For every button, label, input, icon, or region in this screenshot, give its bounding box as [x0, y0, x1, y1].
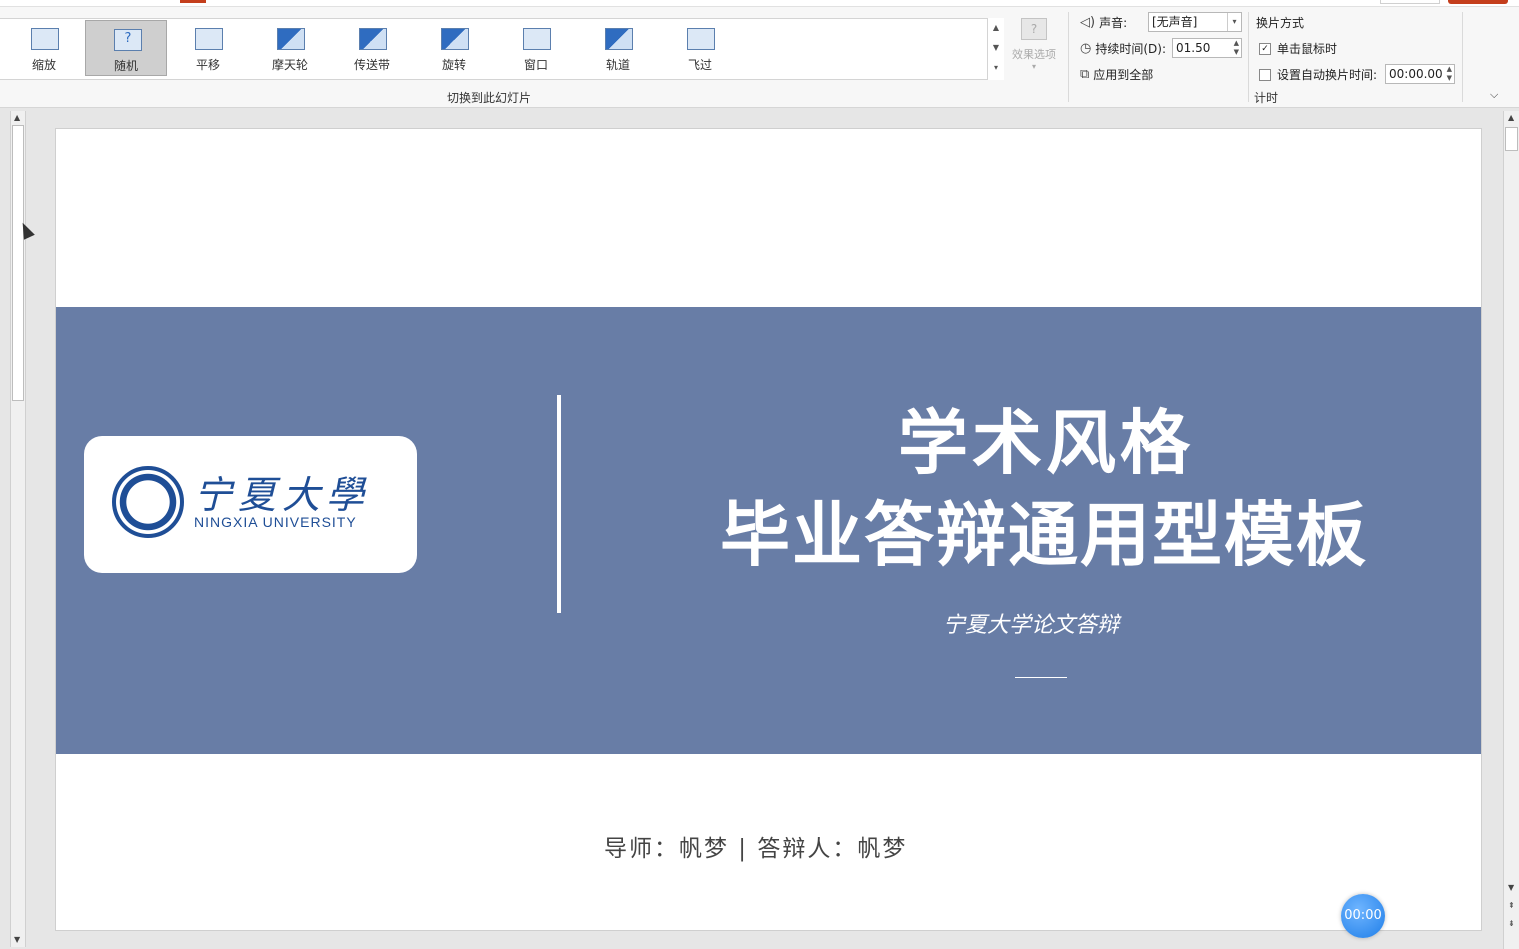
transition-label: 摩天轮	[271, 58, 308, 72]
effect-options-button[interactable]: ? 效果选项 ▾	[1010, 18, 1058, 80]
advisor-line: 导师：帆梦 | 答辩人：帆梦	[604, 836, 908, 862]
timing-group-label: 计时	[1254, 91, 1279, 105]
scroll-up-icon[interactable]: ▲	[14, 113, 20, 122]
gallery-up-icon[interactable]: ▲	[988, 18, 1004, 38]
collapse-ribbon-icon[interactable]: ⌵	[1490, 88, 1498, 102]
recording-timer-button[interactable]: 00:00	[1341, 894, 1385, 938]
transition-label: 缩放	[31, 58, 56, 72]
orbit-transition-icon	[605, 28, 633, 50]
ribbon-separator	[1462, 12, 1463, 102]
scrollbar-thumb[interactable]	[12, 125, 24, 401]
scroll-down-icon[interactable]: ▼	[1508, 883, 1514, 892]
transition-rotate[interactable]: 旋转	[413, 20, 495, 76]
on-click-label: 单击鼠标时	[1277, 42, 1338, 56]
transition-label: 飞过	[687, 58, 712, 72]
sound-value: [无声音]	[1152, 15, 1198, 29]
transition-label: 平移	[195, 58, 220, 72]
window-control-button[interactable]	[1380, 0, 1440, 4]
gallery-down-icon[interactable]: ▼	[988, 38, 1004, 58]
apply-all-icon: ⧉	[1080, 67, 1090, 82]
chevron-down-icon: ▾	[1031, 62, 1036, 71]
duration-value: 01.50	[1176, 41, 1211, 55]
pan-transition-icon	[195, 28, 223, 50]
speaker-icon: ◁)	[1080, 15, 1096, 30]
transition-label: 随机	[113, 59, 138, 73]
spinner-icon[interactable]: ▲ ▼	[1447, 65, 1452, 83]
transition-random[interactable]: 随机	[85, 20, 167, 76]
chevron-down-icon: ▾	[1227, 13, 1241, 31]
fly-through-transition-icon	[687, 28, 715, 50]
advance-heading: 换片方式	[1256, 14, 1304, 31]
duration-input[interactable]: 01.50 ▲ ▼	[1172, 38, 1242, 58]
checkbox-checked-icon: ✓	[1259, 42, 1271, 55]
rotate-transition-icon	[441, 28, 469, 50]
powerpoint-window: 缩放 随机 平移 摩天轮 传送带 旋转 窗口 轨道	[0, 0, 1519, 949]
previous-slide-icon[interactable]: ⇞	[1508, 901, 1515, 910]
window-transition-icon	[523, 28, 551, 50]
university-seal-icon	[112, 466, 184, 538]
random-transition-icon	[114, 29, 142, 51]
transition-conveyor[interactable]: 传送带	[331, 20, 413, 76]
duration-label: 持续时间(D):	[1095, 42, 1166, 56]
zoom-transition-icon	[31, 28, 59, 50]
on-click-checkbox[interactable]: ✓ 单击鼠标时	[1259, 40, 1337, 57]
sound-label: 声音:	[1099, 16, 1128, 30]
transition-group-label: 切换到此幻灯片	[447, 91, 532, 105]
slide-title-line1: 学术风格	[898, 402, 1194, 484]
next-slide-icon[interactable]: ⇟	[1508, 919, 1515, 928]
transition-label: 旋转	[441, 58, 466, 72]
slide-scrollbar[interactable]: ▲ ▼ ⇞ ⇟	[1503, 111, 1519, 949]
duration-row: ◷ 持续时间(D):	[1080, 40, 1166, 57]
auto-after-value: 00:00.00	[1389, 67, 1443, 81]
close-window-button[interactable]	[1448, 0, 1508, 4]
clock-icon: ◷	[1080, 41, 1092, 56]
logo-english-name: NINGXIA UNIVERSITY	[194, 514, 357, 530]
effect-options-label: 效果选项	[1012, 48, 1056, 61]
slide-canvas[interactable]: 宁夏大學 NINGXIA UNIVERSITY 学术风格 毕业答辩通用型模板 宁…	[55, 128, 1482, 931]
transition-label: 窗口	[523, 58, 548, 72]
apply-all-label: 应用到全部	[1093, 68, 1154, 82]
auto-after-label: 设置自动换片时间:	[1277, 68, 1378, 82]
ribbon-tab-strip	[0, 0, 1519, 7]
spinner-icon[interactable]: ▲ ▼	[1234, 39, 1239, 57]
transition-ferris-wheel[interactable]: 摩天轮	[249, 20, 331, 76]
auto-after-input[interactable]: 00:00.00 ▲ ▼	[1385, 64, 1455, 84]
logo-chinese-name: 宁夏大學	[194, 473, 371, 517]
advance-label: 换片方式	[1256, 16, 1305, 30]
university-logo-card: 宁夏大學 NINGXIA UNIVERSITY	[84, 436, 417, 573]
transition-zoom[interactable]: 缩放	[3, 20, 85, 76]
scroll-up-icon[interactable]: ▲	[1508, 113, 1514, 122]
ribbon-separator	[1068, 12, 1069, 102]
slide-subtitle: 宁夏大学论文答辩	[942, 613, 1119, 638]
sound-dropdown[interactable]: [无声音] ▾	[1148, 12, 1242, 32]
transition-label: 轨道	[605, 58, 630, 72]
conveyor-transition-icon	[359, 28, 387, 50]
transition-pan[interactable]: 平移	[167, 20, 249, 76]
gallery-scroll-controls: ▲ ▼ ▾	[987, 18, 1004, 80]
vertical-divider	[557, 395, 561, 613]
transition-fly-through[interactable]: 飞过	[659, 20, 741, 76]
subtitle-underline	[1015, 677, 1067, 678]
gallery-more-icon[interactable]: ▾	[988, 58, 1004, 78]
sound-row: ◁) 声音:	[1080, 14, 1127, 31]
scroll-down-icon[interactable]: ▼	[14, 935, 20, 944]
transition-orbit[interactable]: 轨道	[577, 20, 659, 76]
ferris-wheel-transition-icon	[277, 28, 305, 50]
ribbon-separator	[1248, 12, 1249, 102]
scrollbar-thumb[interactable]	[1505, 127, 1518, 151]
auto-after-checkbox[interactable]: 设置自动换片时间:	[1259, 66, 1377, 83]
active-tab-indicator	[180, 0, 206, 3]
transition-label: 传送带	[353, 58, 390, 72]
transition-window[interactable]: 窗口	[495, 20, 577, 76]
apply-all-button[interactable]: ⧉ 应用到全部	[1080, 66, 1153, 83]
checkbox-unchecked-icon	[1259, 68, 1271, 81]
transitions-ribbon: 缩放 随机 平移 摩天轮 传送带 旋转 窗口 轨道	[0, 0, 1519, 108]
effect-options-icon: ?	[1021, 18, 1047, 40]
slide-title-line2: 毕业答辩通用型模板	[720, 494, 1368, 576]
